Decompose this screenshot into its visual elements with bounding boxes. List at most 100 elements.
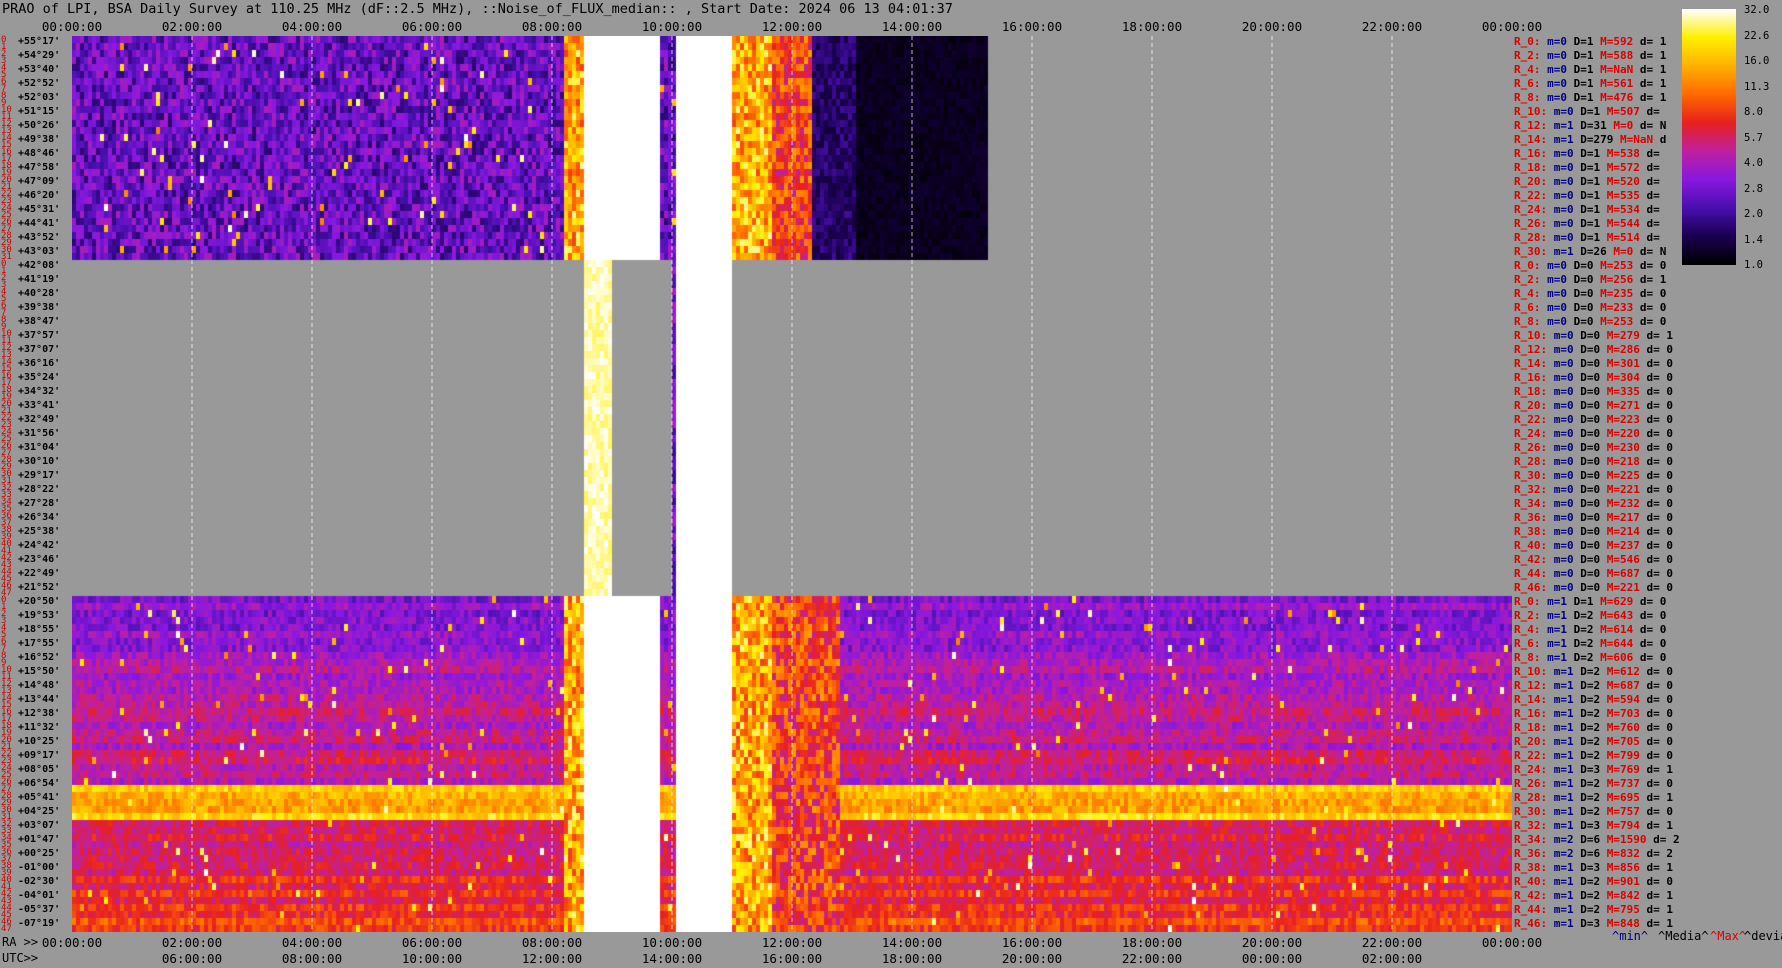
row-stat-med: M=842 xyxy=(1606,889,1640,902)
row-stat-dv: d= 0 xyxy=(1646,721,1674,734)
row-stat: R_14: m=0 D=0 M=301 d= 0 xyxy=(1514,358,1673,369)
row-stat-d: D=1 xyxy=(1573,595,1594,608)
row-stat-dv: d= 1 xyxy=(1639,49,1667,62)
row-stat-dv: d= 0 xyxy=(1646,707,1674,720)
row-stat-m: m=0 xyxy=(1547,301,1567,314)
row-stat-dv: d= xyxy=(1646,231,1660,244)
row-stat-m: m=1 xyxy=(1553,889,1574,902)
row-stat-r: R_16: xyxy=(1514,147,1548,160)
colorbar-tick: 4.0 xyxy=(1744,157,1763,169)
row-stat-m: m=0 xyxy=(1553,385,1574,398)
row-stat-r: R_10: xyxy=(1514,665,1548,678)
row-stat-dv: d= 0 xyxy=(1646,469,1674,482)
row-stat-m: m=1 xyxy=(1547,637,1567,650)
row-stat-m: m=1 xyxy=(1553,735,1574,748)
row-stat-m: m=1 xyxy=(1553,679,1574,692)
declination-label: +39°38' xyxy=(18,301,61,313)
row-stat-d: D=0 xyxy=(1580,511,1601,524)
row-stat-r: R_6: xyxy=(1514,301,1541,314)
row-stat-med: M=271 xyxy=(1606,399,1640,412)
ra-tick-bottom: 06:00:00 xyxy=(401,935,463,950)
declination-label: +01°47' xyxy=(18,833,61,845)
row-stat-dv: d= 1 xyxy=(1646,861,1674,874)
row-stat-med: M=534 xyxy=(1606,203,1640,216)
row-stat-m: m=0 xyxy=(1547,259,1567,272)
row-stat-med: M=1590 xyxy=(1606,833,1647,846)
declination-label: +43°03' xyxy=(18,245,61,257)
row-stat: R_26: m=1 D=2 M=737 d= 0 xyxy=(1514,778,1673,789)
row-stat-dv: d= 2 xyxy=(1646,847,1674,860)
row-stat-d: D=3 xyxy=(1580,819,1601,832)
declination-label: +32°49' xyxy=(18,413,61,425)
row-stat-r: R_12: xyxy=(1514,343,1548,356)
row-stat: R_40: m=1 D=2 M=901 d= 0 xyxy=(1514,876,1673,887)
row-stat-med: M=535 xyxy=(1606,189,1640,202)
row-stat-d: D=2 xyxy=(1573,651,1594,664)
row-stat-r: R_34: xyxy=(1514,833,1548,846)
declination-label: +03°07' xyxy=(18,819,61,831)
row-stat-dv: d= 0 xyxy=(1646,371,1674,384)
row-stat-m: m=1 xyxy=(1553,763,1574,776)
row-stat-d: D=0 xyxy=(1580,455,1601,468)
row-stat-d: D=1 xyxy=(1580,203,1601,216)
ra-tick-top: 02:00:00 xyxy=(161,19,223,34)
row-stat: R_6: m=0 D=0 M=233 d= 0 xyxy=(1514,302,1666,313)
row-stat: R_20: m=1 D=2 M=705 d= 0 xyxy=(1514,736,1673,747)
declination-label: +04°25' xyxy=(18,805,61,817)
row-stat-dv: d= 0 xyxy=(1646,553,1674,566)
row-stat-m: m=0 xyxy=(1553,525,1574,538)
declination-label: +34°32' xyxy=(18,385,61,397)
row-stat-dv: d= 0 xyxy=(1646,567,1674,580)
declination-label: +43°52' xyxy=(18,231,61,243)
ra-tick-bottom: 22:00:00 xyxy=(1361,935,1423,950)
declination-label: +44°41' xyxy=(18,217,61,229)
declination-label: +28°22' xyxy=(18,483,61,495)
ra-tick-bottom: 20:00:00 xyxy=(1241,935,1303,950)
ra-tick-top: 12:00:00 xyxy=(761,19,823,34)
row-stat-med: M=NaN xyxy=(1600,63,1634,76)
row-stat: R_2: m=0 D=0 M=256 d= 1 xyxy=(1514,274,1666,285)
row-stat-d: D=0 xyxy=(1580,357,1601,370)
row-stat: R_8: m=1 D=2 M=606 d= 0 xyxy=(1514,652,1666,663)
ra-tick-bottom: 18:00:00 xyxy=(1121,935,1183,950)
row-stat-med: M=695 xyxy=(1606,791,1640,804)
colorbar-tick: 8.0 xyxy=(1744,106,1763,118)
row-stat: R_14: m=1 D=2 M=594 d= 0 xyxy=(1514,694,1673,705)
row-stat-med: M=614 xyxy=(1600,623,1634,636)
row-stat-med: M=335 xyxy=(1606,385,1640,398)
declination-label: +40°28' xyxy=(18,287,61,299)
utc-tick: 20:00:00 xyxy=(1001,951,1063,966)
row-stat-r: R_24: xyxy=(1514,427,1548,440)
declination-label: +38°47' xyxy=(18,315,61,327)
row-stat-m: m=0 xyxy=(1547,49,1567,62)
declination-label: +09°17' xyxy=(18,749,61,761)
row-stat-m: m=0 xyxy=(1553,581,1574,594)
declination-label: +06°54' xyxy=(18,777,61,789)
row-stat: R_0: m=0 D=1 M=592 d= 1 xyxy=(1514,36,1666,47)
ra-prefix: RA >> xyxy=(2,935,39,949)
row-stat-r: R_22: xyxy=(1514,413,1548,426)
row-stat-med: M=220 xyxy=(1606,427,1640,440)
declination-label: +05°41' xyxy=(18,791,61,803)
row-stat-r: R_8: xyxy=(1514,651,1541,664)
row-stat-med: M=612 xyxy=(1606,665,1640,678)
row-stat-m: m=0 xyxy=(1553,497,1574,510)
row-stat-dv: d= 0 xyxy=(1646,497,1674,510)
row-stat-m: m=0 xyxy=(1553,511,1574,524)
utc-prefix: UTC>> xyxy=(2,951,39,965)
row-stat-m: m=1 xyxy=(1547,609,1567,622)
row-stat-d: D=0 xyxy=(1580,343,1601,356)
declination-label: +30°10' xyxy=(18,455,61,467)
declination-label: +35°24' xyxy=(18,371,61,383)
row-stat-m: m=0 xyxy=(1553,175,1574,188)
row-stat-r: R_18: xyxy=(1514,385,1548,398)
row-stat-dv: d= 0 xyxy=(1646,399,1674,412)
row-stat-r: R_30: xyxy=(1514,805,1548,818)
row-stat-m: m=1 xyxy=(1547,595,1567,608)
row-stat-dv: d= 0 xyxy=(1646,427,1674,440)
row-stat: R_12: m=0 D=0 M=286 d= 0 xyxy=(1514,344,1673,355)
row-stat-d: D=2 xyxy=(1580,721,1601,734)
row-stat-r: R_40: xyxy=(1514,539,1548,552)
row-stat-r: R_18: xyxy=(1514,161,1548,174)
row-stat-r: R_14: xyxy=(1514,693,1548,706)
